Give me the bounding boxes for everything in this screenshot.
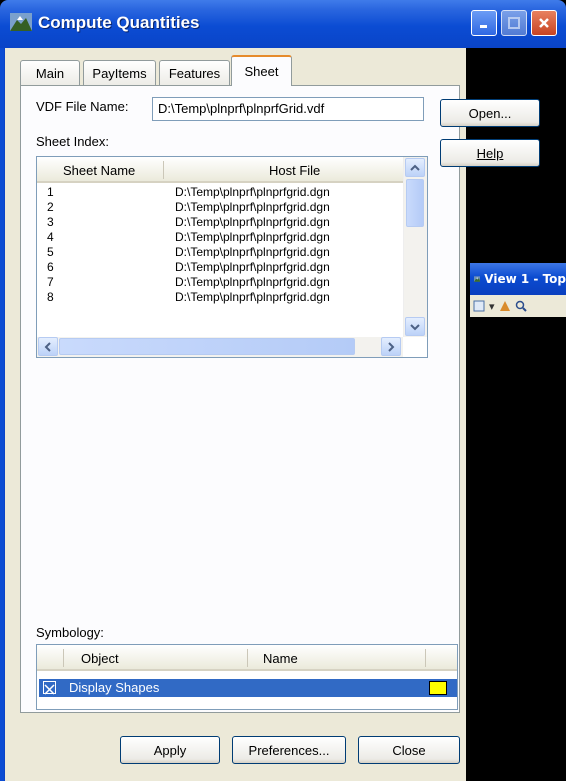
chevron-left-icon <box>44 341 51 352</box>
tab-main[interactable]: Main <box>20 60 80 86</box>
horizontal-scroll-thumb[interactable] <box>59 338 355 355</box>
close-window-button[interactable] <box>531 10 557 36</box>
apply-button-label: Apply <box>153 742 187 758</box>
symbology-list[interactable]: Object Name Display Shapes <box>36 644 458 710</box>
host-file-cell: D:\Temp\plnprf\plnprfgrid.dgn <box>175 260 330 274</box>
table-row[interactable]: 1 D:\Temp\plnprf\plnprfgrid.dgn <box>37 185 403 200</box>
table-row[interactable]: 2 D:\Temp\plnprf\plnprfgrid.dgn <box>37 200 403 215</box>
symbology-header: Object Name <box>37 645 457 671</box>
close-button-label: Close <box>392 742 426 758</box>
minimize-icon <box>480 25 487 28</box>
column-separator[interactable] <box>63 649 64 667</box>
table-row[interactable]: 5 D:\Temp\plnprf\plnprfgrid.dgn <box>37 245 403 260</box>
column-separator[interactable] <box>247 649 248 667</box>
compute-quantities-dialog: Compute Quantities Main PayItems Feature… <box>0 0 566 781</box>
minimize-button[interactable] <box>471 10 497 36</box>
sheet-name-cell: 2 <box>47 200 54 214</box>
tab-payitems[interactable]: PayItems <box>83 60 156 86</box>
host-file-cell: D:\Temp\plnprf\plnprfgrid.dgn <box>175 245 330 259</box>
help-button-label: Help <box>476 145 504 161</box>
color-swatch[interactable] <box>429 681 447 695</box>
host-file-cell: D:\Temp\plnprf\plnprfgrid.dgn <box>175 275 330 289</box>
close-icon <box>539 18 549 28</box>
sheet-name-cell: 6 <box>47 260 54 274</box>
sheet-index-list[interactable]: Sheet Name Host File 1 D:\Temp\plnprf\pln… <box>36 156 428 358</box>
sheet-index-label: Sheet Index: <box>36 134 109 149</box>
column-separator[interactable] <box>163 161 164 179</box>
sheet-name-cell: 8 <box>47 290 54 304</box>
microstation-icon <box>10 13 32 31</box>
table-row[interactable]: 8 D:\Temp\plnprf\plnprfgrid.dgn <box>37 290 403 305</box>
open-button[interactable]: Open... <box>440 99 540 127</box>
apply-button[interactable]: Apply <box>120 736 220 764</box>
preferences-button-label: Preferences... <box>248 742 330 758</box>
host-file-cell: D:\Temp\plnprf\plnprfgrid.dgn <box>175 230 330 244</box>
column-header-host-file[interactable]: Host File <box>269 163 320 178</box>
sheet-name-cell: 7 <box>47 275 54 289</box>
table-row[interactable]: 3 D:\Temp\plnprf\plnprfgrid.dgn <box>37 215 403 230</box>
sheet-index-header: Sheet Name Host File <box>37 157 403 183</box>
close-button[interactable]: Close <box>358 736 460 764</box>
sheet-name-cell: 3 <box>47 215 54 229</box>
open-button-label: Open... <box>468 105 512 121</box>
chevron-right-icon <box>388 341 395 352</box>
chevron-up-icon <box>410 164 420 171</box>
vdf-file-label: VDF File Name: <box>36 99 129 114</box>
dialog-titlebar[interactable]: Compute Quantities <box>0 0 566 48</box>
tab-features[interactable]: Features <box>159 60 230 86</box>
scroll-left-button[interactable] <box>38 337 58 356</box>
host-file-cell: D:\Temp\plnprf\plnprfgrid.dgn <box>175 215 330 229</box>
dialog-title: Compute Quantities <box>38 13 200 32</box>
column-header-name[interactable]: Name <box>263 651 298 666</box>
vertical-scrollbar[interactable] <box>403 157 427 337</box>
scroll-right-button[interactable] <box>381 337 401 356</box>
tab-sheet[interactable]: Sheet <box>231 55 292 86</box>
chevron-down-icon <box>410 323 420 330</box>
symbology-label: Symbology: <box>36 625 104 640</box>
host-file-cell: D:\Temp\plnprf\plnprfgrid.dgn <box>175 200 330 214</box>
column-header-object[interactable]: Object <box>81 651 119 666</box>
column-separator[interactable] <box>425 649 426 667</box>
sheet-name-cell: 1 <box>47 185 54 199</box>
horizontal-scrollbar[interactable] <box>37 337 403 357</box>
vdf-file-input[interactable]: D:\Temp\plnprf\plnprfGrid.vdf <box>152 97 424 121</box>
sheet-name-cell: 5 <box>47 245 54 259</box>
maximize-button[interactable] <box>501 10 527 36</box>
checked-x-icon <box>44 684 55 695</box>
sheet-rows: 1 D:\Temp\plnprf\plnprfgrid.dgn 2 D:\Temp\… <box>37 185 403 337</box>
column-header-sheet-name[interactable]: Sheet Name <box>63 163 135 178</box>
symbology-row-display-shapes[interactable]: Display Shapes <box>39 679 457 697</box>
sheet-name-cell: 4 <box>47 230 54 244</box>
table-row[interactable]: 7 D:\Temp\plnprf\plnprfgrid.dgn <box>37 275 403 290</box>
scroll-down-button[interactable] <box>405 317 425 336</box>
vertical-scroll-thumb[interactable] <box>406 179 424 227</box>
preferences-button[interactable]: Preferences... <box>232 736 346 764</box>
table-row[interactable]: 6 D:\Temp\plnprf\plnprfgrid.dgn <box>37 260 403 275</box>
maximize-icon <box>508 17 520 29</box>
host-file-cell: D:\Temp\plnprf\plnprfgrid.dgn <box>175 185 330 199</box>
display-shapes-checkbox[interactable] <box>43 681 56 695</box>
host-file-cell: D:\Temp\plnprf\plnprfgrid.dgn <box>175 290 330 304</box>
help-button[interactable]: Help <box>440 139 540 167</box>
table-row[interactable]: 4 D:\Temp\plnprf\plnprfgrid.dgn <box>37 230 403 245</box>
symbology-object-label: Display Shapes <box>69 680 160 695</box>
scroll-up-button[interactable] <box>405 158 425 177</box>
